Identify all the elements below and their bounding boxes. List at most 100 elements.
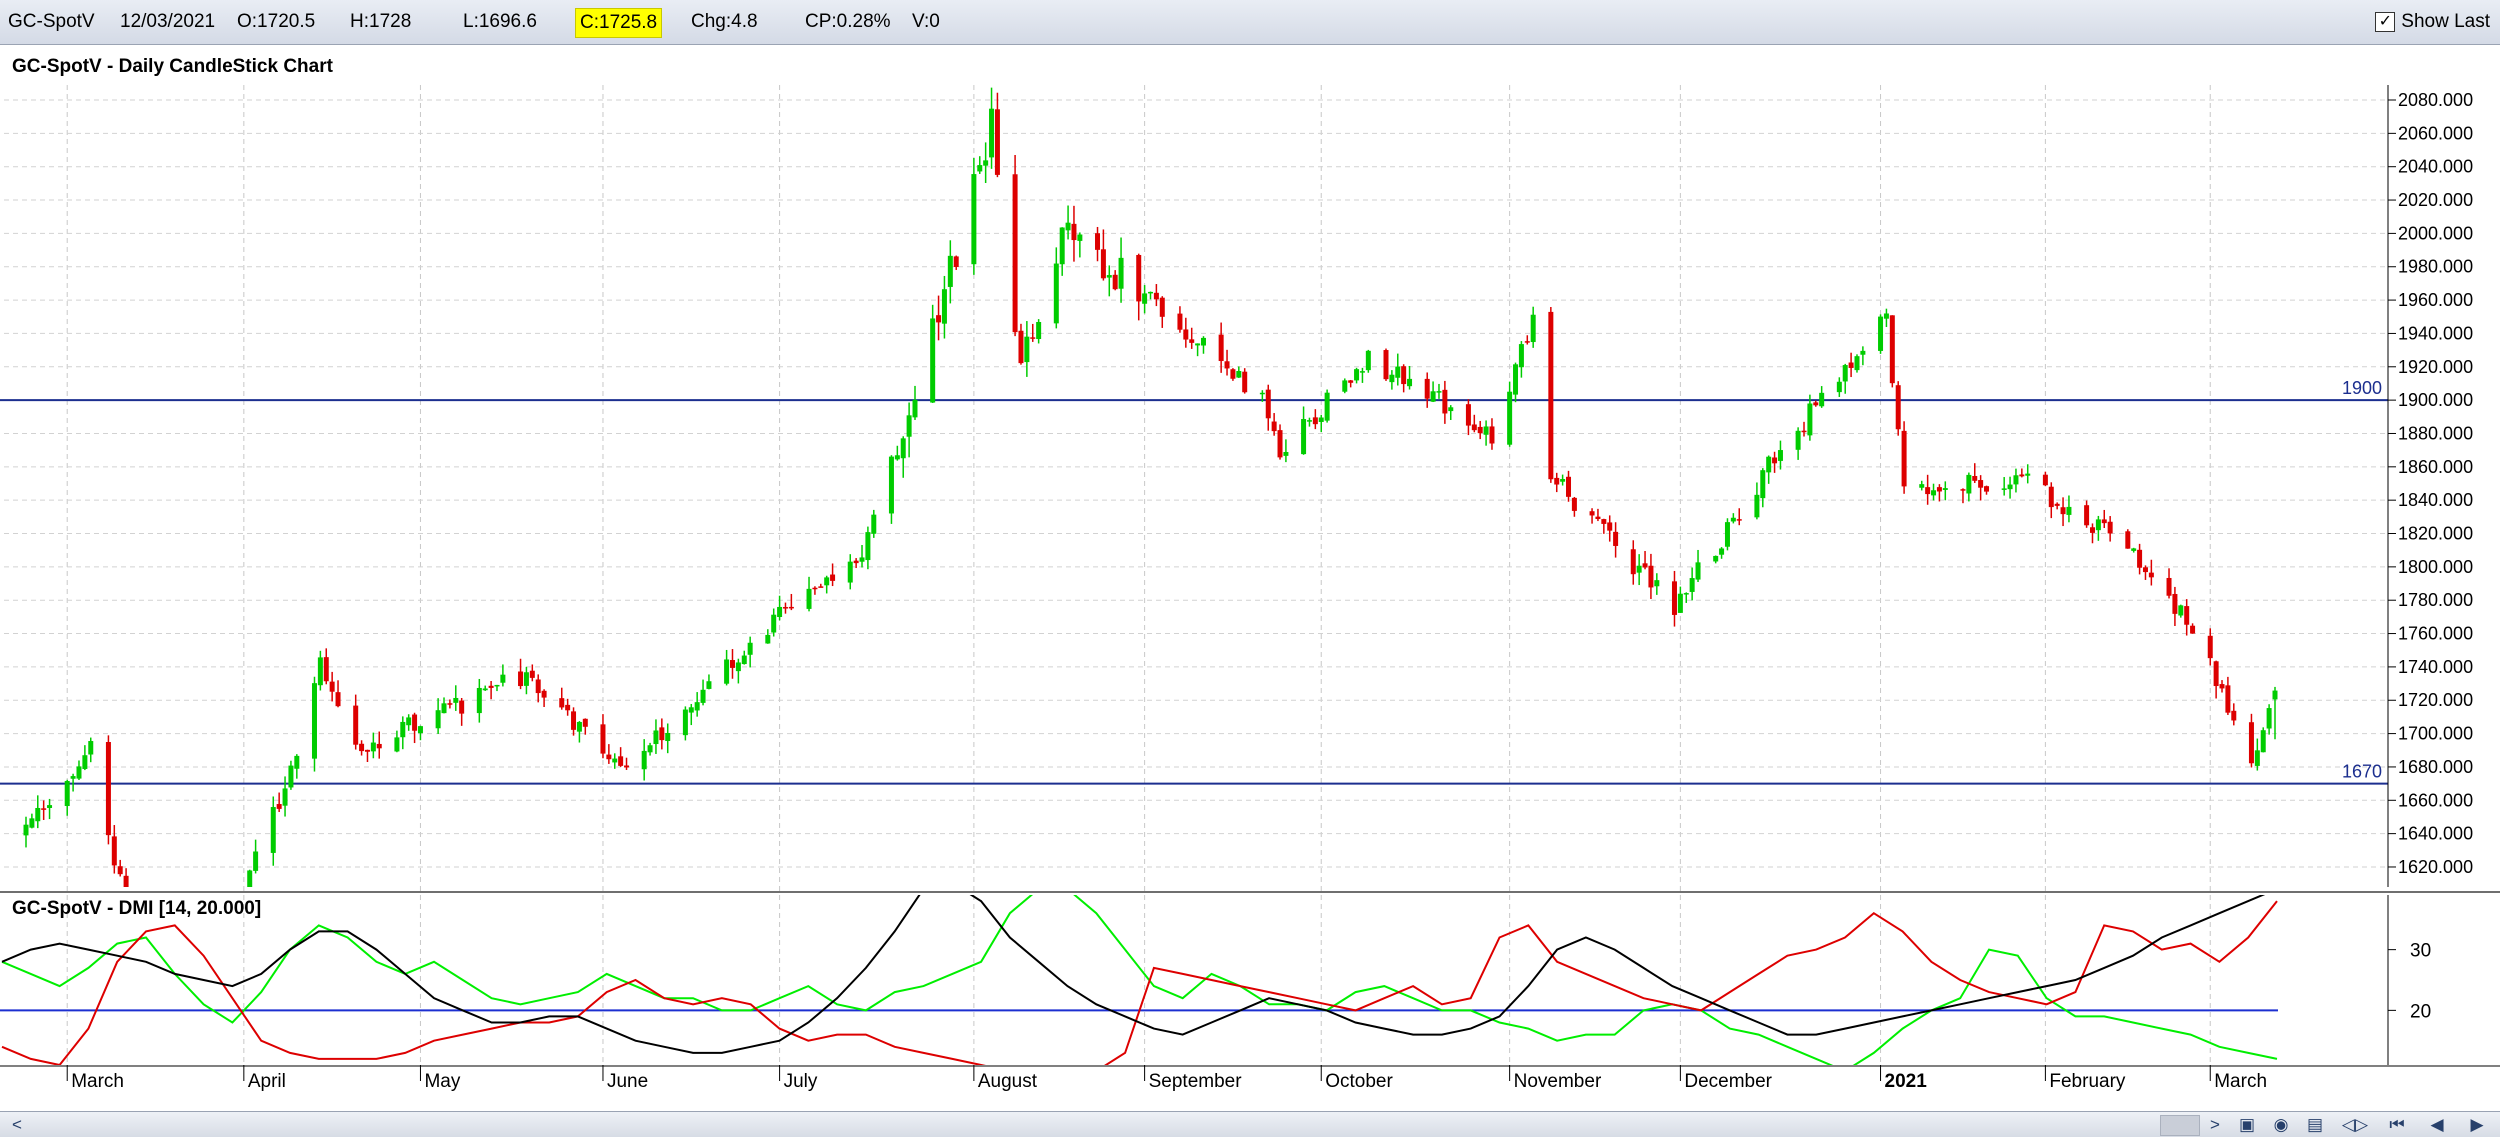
candle-body: [612, 758, 618, 763]
candle[interactable]: [311, 676, 317, 772]
candle[interactable]: [2260, 727, 2266, 753]
candle-body: [665, 732, 671, 742]
candle[interactable]: [1724, 518, 1730, 551]
candle-body: [1324, 392, 1330, 421]
candle-body: [1648, 565, 1654, 588]
candle-body: [1059, 227, 1065, 265]
y-axis-label: 2080.000: [2398, 90, 2473, 110]
candle-body: [282, 788, 288, 806]
scroll-left-button[interactable]: <: [2, 1112, 32, 1137]
candle-body: [1689, 578, 1695, 592]
candle[interactable]: [1854, 354, 1860, 373]
x-axis-label: December: [1684, 1071, 1772, 1092]
candle-body: [1942, 488, 1948, 490]
candle-body: [1401, 366, 1407, 385]
candle-body: [571, 711, 577, 730]
candle-body: [1389, 374, 1395, 383]
candle[interactable]: [971, 157, 977, 275]
candle-body: [2207, 635, 2213, 659]
candle-body: [1106, 275, 1112, 278]
candle-body: [1936, 487, 1942, 492]
candle[interactable]: [1901, 421, 1907, 494]
candle-body: [606, 754, 612, 760]
y-axis-label: 1840.000: [2398, 490, 2473, 510]
candle-body: [1630, 549, 1636, 575]
candle[interactable]: [2125, 529, 2131, 549]
show-last-toggle[interactable]: ✓ Show Last: [2375, 0, 2490, 44]
candle-body: [747, 642, 753, 655]
candle-body: [400, 721, 406, 738]
candle-body: [1312, 417, 1318, 425]
candle-body: [1654, 580, 1660, 587]
low-value: L:1696.6: [463, 11, 537, 32]
candle-body: [1548, 311, 1554, 480]
candle-body: [1442, 389, 1448, 414]
next-icon[interactable]: ▶: [2462, 1112, 2492, 1137]
export-icon[interactable]: ▤: [2300, 1112, 2330, 1137]
candle[interactable]: [1878, 314, 1884, 354]
candle[interactable]: [105, 735, 111, 845]
y-axis-label: 1920.000: [2398, 357, 2473, 377]
candle[interactable]: [1383, 348, 1389, 381]
candle-body: [782, 607, 788, 609]
candle[interactable]: [1242, 368, 1248, 394]
candle-body: [1436, 391, 1442, 393]
chart-canvas[interactable]: March April May June July August September Octo…: [0, 45, 2500, 1111]
candle-body: [1854, 356, 1860, 371]
previous-icon[interactable]: ◀: [2422, 1112, 2452, 1137]
candle-body: [2054, 503, 2060, 506]
candle[interactable]: [1324, 389, 1330, 423]
candle-body: [1860, 350, 1866, 355]
expand-icon[interactable]: ◁▷: [2340, 1112, 2370, 1137]
candle-body: [518, 671, 524, 687]
candle-body: [865, 532, 871, 561]
candle-body: [1483, 426, 1489, 435]
candle-body: [859, 557, 865, 562]
candle-body: [2225, 685, 2231, 713]
candle-body: [394, 737, 400, 752]
candle-body: [2178, 605, 2184, 616]
candle-body: [894, 455, 900, 460]
candle-body: [1560, 479, 1566, 482]
date-label: 12/03/2021: [120, 11, 216, 32]
candle[interactable]: [1895, 381, 1901, 436]
chart-area[interactable]: March April May June July August September Octo…: [0, 45, 2500, 1111]
candle-body: [1348, 380, 1354, 383]
candle-body: [647, 745, 653, 753]
candle-body: [576, 721, 582, 732]
candle-body: [2025, 473, 2031, 476]
x-axis-label: June: [607, 1071, 648, 1092]
candle[interactable]: [1365, 349, 1371, 373]
candle-body: [323, 657, 329, 682]
candle-body: [1359, 371, 1365, 373]
candle-body: [994, 109, 1000, 175]
candle-body: [1966, 474, 1972, 494]
candle-body: [2107, 521, 2113, 534]
show-last-checkbox[interactable]: ✓: [2375, 12, 2396, 32]
candle-body: [35, 807, 41, 822]
candle-body: [1301, 419, 1307, 455]
candle-body: [488, 685, 494, 688]
candle[interactable]: [930, 304, 936, 403]
x-axis-label: February: [2049, 1071, 2126, 1092]
candle[interactable]: [1548, 306, 1554, 483]
candle[interactable]: [1342, 378, 1348, 394]
scroll-right-button[interactable]: >: [2200, 1112, 2230, 1137]
x-axis-label: April: [248, 1071, 286, 1092]
candle-body: [1925, 487, 1931, 495]
candle[interactable]: [1889, 315, 1895, 388]
candle-body: [1471, 424, 1477, 431]
candle-body: [1153, 292, 1159, 300]
y-axis-label: 1740.000: [2398, 657, 2473, 677]
scroll-thumb[interactable]: [2160, 1115, 2200, 1136]
candle-body: [1053, 263, 1059, 324]
candle-body: [941, 289, 947, 324]
candle[interactable]: [1012, 154, 1018, 337]
candle-body: [1430, 391, 1436, 402]
change-value: Chg:4.8: [691, 11, 758, 32]
first-page-icon[interactable]: ⏮: [2382, 1112, 2412, 1137]
screenshot-icon[interactable]: ▣: [2232, 1112, 2262, 1137]
candle-body: [853, 560, 859, 564]
candle-body: [2001, 488, 2007, 490]
zoom-icon[interactable]: ◉: [2266, 1112, 2296, 1137]
